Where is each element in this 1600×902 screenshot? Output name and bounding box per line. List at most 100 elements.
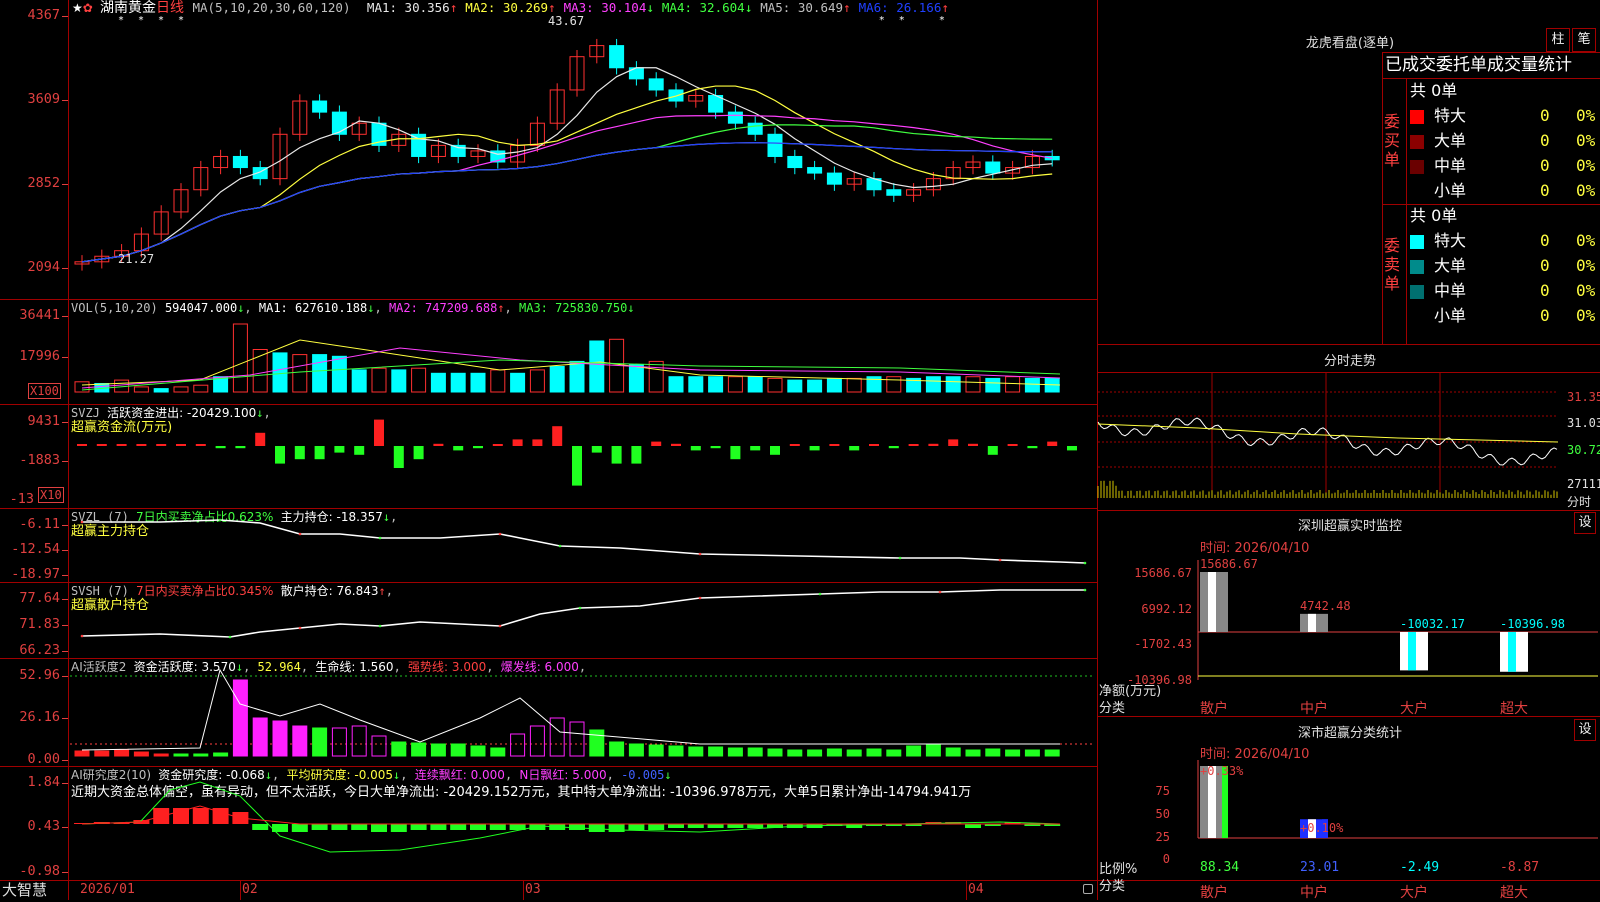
volume-bar [925, 376, 941, 393]
lock-icon[interactable] [1083, 884, 1093, 894]
research-bar [747, 824, 764, 828]
buy-row-val: 0 [1540, 181, 1550, 200]
volume-bar [490, 369, 506, 393]
x-axis-label: 04 [968, 882, 984, 897]
activity-bar [292, 725, 308, 757]
activity-bar [510, 733, 526, 757]
sell-total: 共 0单 [1410, 206, 1458, 225]
activity-bar [312, 727, 328, 757]
activity-bar [74, 750, 90, 757]
candle-body [787, 155, 803, 169]
monitor-bar-highlight [1408, 632, 1416, 671]
classify-value: -8.87 [1500, 860, 1540, 875]
flow-bar [334, 446, 345, 453]
volume-bar [411, 367, 427, 393]
point-marker [1083, 588, 1087, 592]
volume-bar [569, 360, 585, 393]
candlestick-chart[interactable] [0, 0, 1098, 300]
buy-side-label: 委买单 [1384, 112, 1401, 169]
activity-bar [133, 751, 149, 757]
research-bar [687, 824, 704, 828]
activity-bar [866, 748, 882, 757]
classify-category: 散户 [1200, 885, 1228, 901]
volume-bar [747, 376, 763, 393]
flow-bar [750, 446, 761, 451]
research-bar [192, 808, 209, 824]
sell-row-pct: 0% [1576, 231, 1596, 250]
sell-row-name: 特大 [1434, 231, 1467, 250]
sell-row-val: 0 [1540, 281, 1550, 300]
svzj-chart[interactable] [0, 404, 1098, 509]
research-bar [291, 824, 308, 832]
point-marker [558, 544, 562, 548]
monitor-category: 超大 [1500, 701, 1528, 717]
point-marker [498, 624, 502, 628]
flow-bar [770, 446, 780, 455]
classify-settings-button[interactable]: 设 [1574, 719, 1596, 741]
activity-bar [213, 752, 229, 757]
svzl-chart[interactable] [0, 508, 1098, 583]
monitor-title: 深圳超赢实时监控 [1297, 519, 1402, 534]
activity-bar [173, 753, 189, 757]
activity-bar [1005, 749, 1021, 757]
buy-row-name: 大单 [1434, 131, 1467, 150]
point-marker [298, 532, 302, 536]
candle-body [727, 111, 743, 124]
activity-bar [391, 741, 407, 757]
research-bar [470, 824, 486, 830]
flow-bar [572, 446, 582, 486]
flow-bar [393, 446, 404, 468]
bar-view-button[interactable]: 柱 [1546, 28, 1570, 52]
point-marker [228, 635, 232, 639]
intraday-chart[interactable] [1097, 372, 1566, 512]
sell-row-val: 0 [1540, 256, 1550, 275]
flow-bar [631, 446, 642, 464]
candle-body [807, 167, 823, 174]
classify-bar-chart[interactable] [1197, 740, 1600, 860]
monitor-bar [1400, 632, 1428, 671]
activity-bar [430, 743, 446, 757]
activity-bar [747, 747, 763, 757]
research-line [81, 805, 1060, 825]
sell-row-pct: 0% [1576, 281, 1596, 300]
activity-bar [708, 746, 724, 757]
flow-bar [156, 444, 167, 446]
ai-activity-chart[interactable] [0, 658, 1098, 766]
monitor-category: 大户 [1400, 701, 1428, 717]
flow-bar [433, 443, 444, 446]
flow-bar [651, 441, 662, 446]
ai-research-chart[interactable] [0, 766, 1098, 880]
svsh-chart[interactable] [0, 582, 1098, 658]
monitor-bar-chart[interactable]: 15686.67 4742.48 -10032.17 -10396.98 [1197, 540, 1600, 700]
flow-bar [948, 439, 959, 446]
monitor-y-label: -1702.43 [1134, 637, 1192, 651]
monitor-category: 散户 [1200, 701, 1228, 717]
flow-bar [789, 444, 800, 446]
classify-value: -2.49 [1400, 860, 1440, 875]
volume-bar [173, 386, 189, 393]
flow-bar [255, 432, 266, 446]
monitor-bar [1300, 613, 1328, 632]
activity-bar [1044, 749, 1060, 757]
sell-row-name: 大单 [1434, 256, 1467, 275]
volume-chart[interactable] [0, 300, 1098, 410]
tick-view-button[interactable]: 笔 [1572, 28, 1596, 52]
sell-super-swatch [1410, 235, 1424, 249]
research-bar [371, 824, 387, 832]
buy-row-name: 特大 [1434, 106, 1467, 125]
flow-bar [869, 444, 879, 446]
volume-bar [985, 377, 1001, 393]
flow-bar [928, 443, 939, 446]
dragon-tabs[interactable]: 已成交委托单成交量统计 [1385, 54, 1572, 76]
monitor-bar [1200, 572, 1228, 632]
monitor-settings-button[interactable]: 设 [1574, 512, 1596, 534]
candle-body [747, 122, 763, 135]
research-bar [252, 824, 269, 830]
activity-bar [906, 745, 922, 757]
ma2-line [81, 85, 1053, 263]
intraday-y-label: 31.35 [1567, 390, 1600, 404]
activity-bar [371, 735, 387, 757]
activity-bar [688, 746, 704, 757]
sell-row-val: 0 [1540, 231, 1550, 250]
volume-bar [153, 388, 169, 393]
